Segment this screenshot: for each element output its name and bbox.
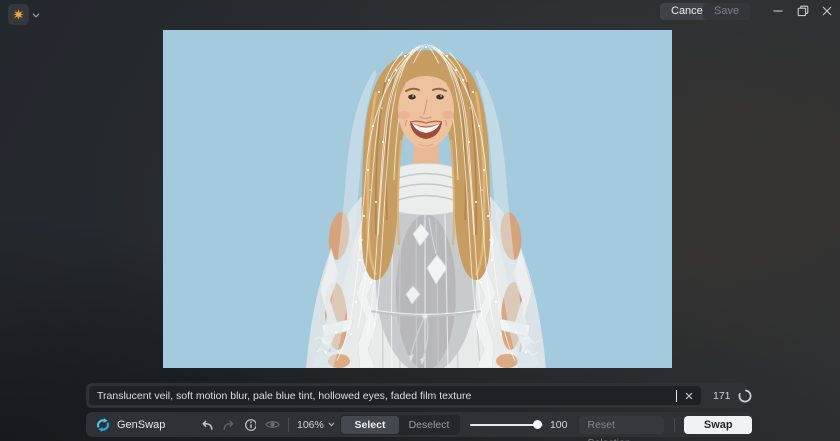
restore-icon <box>797 5 809 17</box>
window-close-button[interactable] <box>817 2 837 20</box>
brush-size-value: 100 <box>550 419 568 431</box>
chevron-down-icon[interactable] <box>32 13 40 18</box>
close-icon <box>822 6 832 16</box>
compare-eye-button[interactable] <box>263 416 281 434</box>
select-mode-segment: Select Deselect <box>340 415 460 435</box>
prompt-input-value: Translucent veil, soft motion blur, pale… <box>89 390 675 402</box>
face <box>396 60 456 148</box>
slider-thumb[interactable] <box>533 420 542 429</box>
app-logo-button[interactable] <box>8 4 29 25</box>
window-minimize-button[interactable] <box>768 2 788 20</box>
zoom-level-label: 106% <box>297 419 324 431</box>
progress-ring-icon <box>737 388 753 404</box>
prompt-bar: Translucent veil, soft motion blur, pale… <box>86 383 747 408</box>
eye-icon <box>265 419 280 430</box>
photo-canvas[interactable] <box>163 30 672 368</box>
minimize-icon <box>773 6 783 16</box>
select-button[interactable]: Select <box>341 416 399 434</box>
app-window: Cancel Save <box>0 0 840 441</box>
genswap-icon <box>95 417 111 433</box>
window-restore-button[interactable] <box>793 2 813 20</box>
reset-selection-button[interactable]: Reset Selection <box>579 416 664 434</box>
photo-image <box>163 30 672 368</box>
redo-icon <box>222 418 236 432</box>
clear-prompt-button[interactable] <box>677 386 701 405</box>
credits-counter: 171 <box>701 388 753 404</box>
actions-pill: Select Deselect 100 Reset Selection Swap <box>334 412 752 437</box>
redo-button[interactable] <box>220 416 238 434</box>
view-pill: 106% <box>256 412 343 437</box>
deselect-button[interactable]: Deselect <box>399 416 459 434</box>
prompt-input[interactable]: Translucent veil, soft motion blur, pale… <box>89 386 701 405</box>
undo-icon <box>200 418 214 432</box>
x-clear-icon <box>685 392 693 400</box>
save-button[interactable]: Save <box>703 3 750 20</box>
swap-button[interactable]: Swap <box>684 416 752 434</box>
sparkle-star-icon <box>11 7 26 22</box>
undo-button[interactable] <box>198 416 216 434</box>
tool-name-label: GenSwap <box>117 419 165 431</box>
credits-count: 171 <box>713 390 731 402</box>
brush-size-slider[interactable] <box>470 420 543 430</box>
tool-pill: GenSwap <box>86 412 268 437</box>
